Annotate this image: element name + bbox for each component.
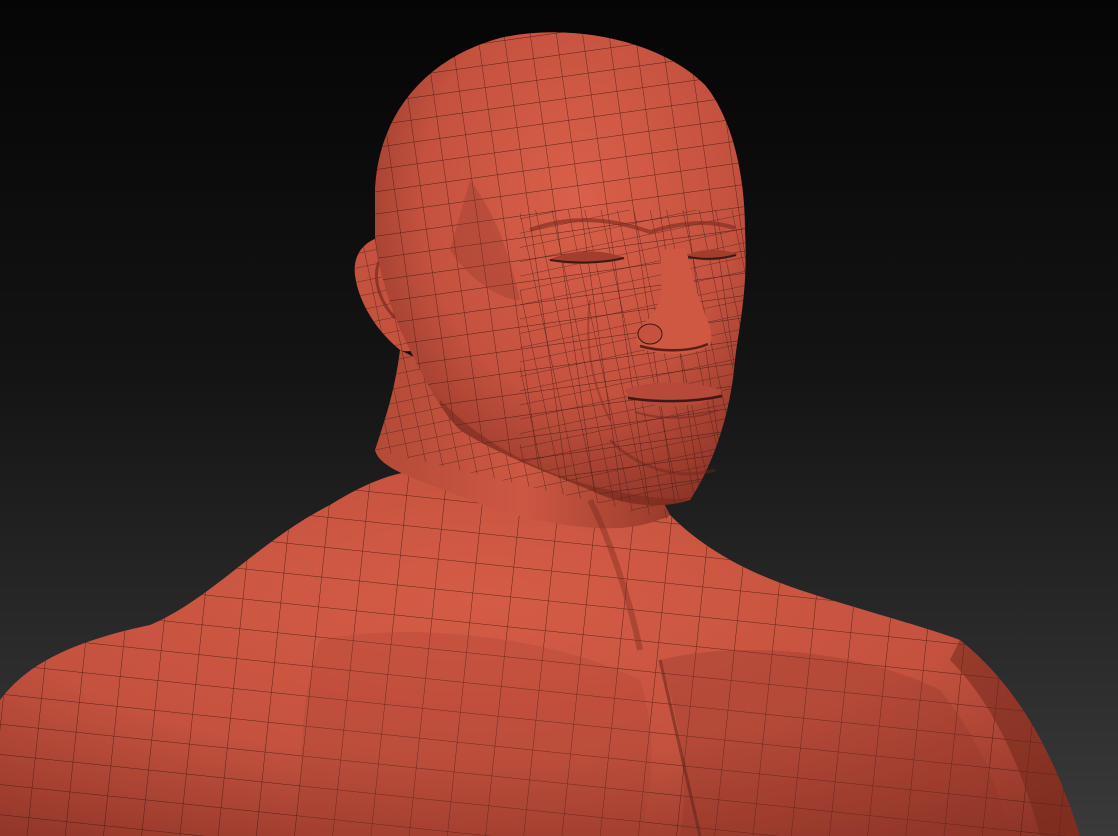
bust-render [0, 0, 1118, 836]
zbrush-viewport[interactable] [0, 0, 1118, 836]
